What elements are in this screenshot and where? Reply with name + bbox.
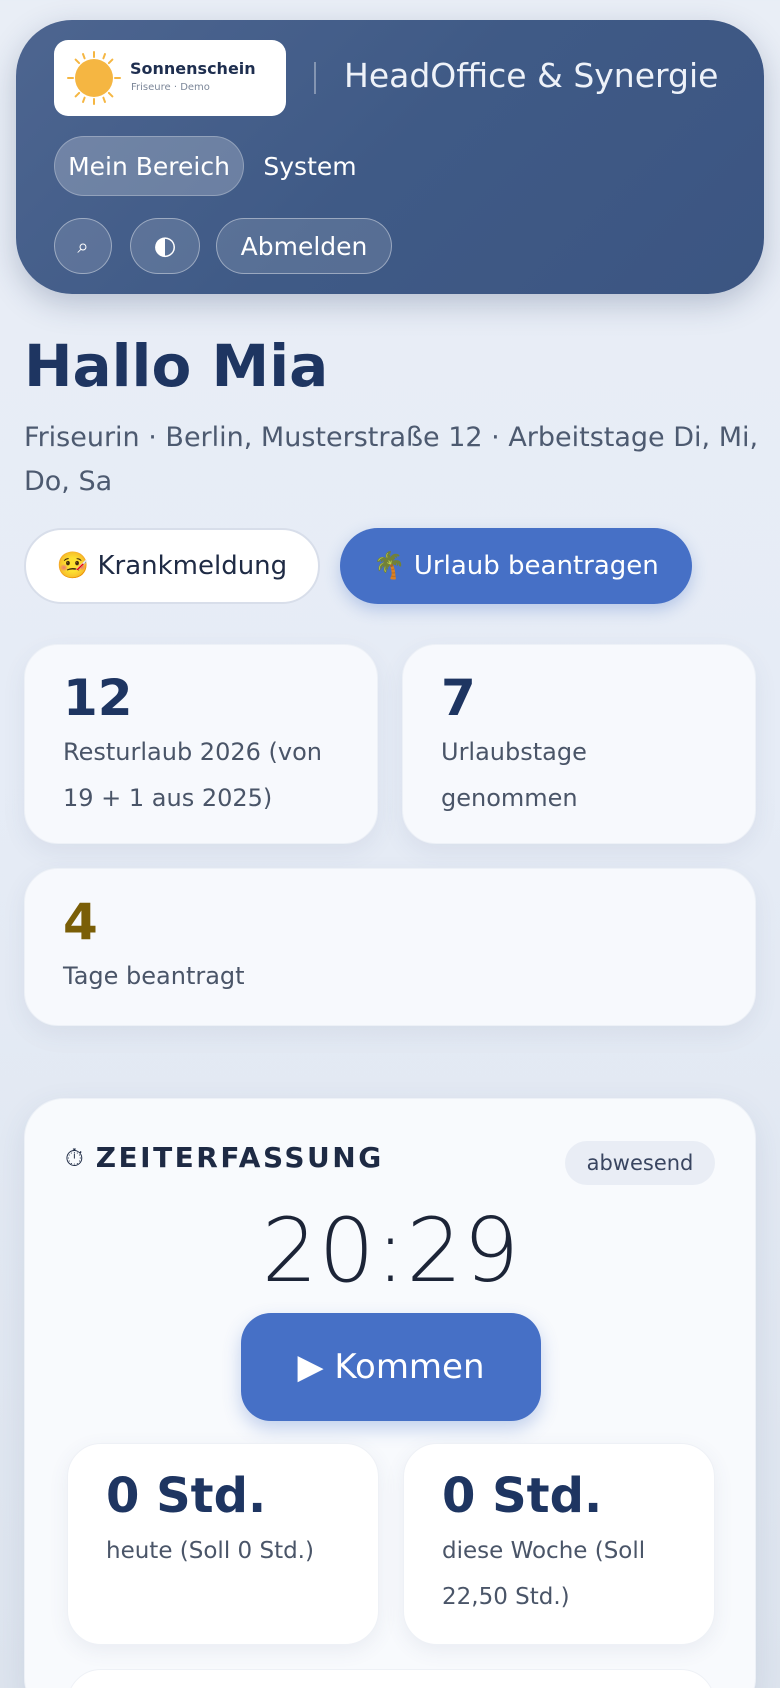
stat-value: 12: [63, 669, 133, 727]
stat-value: 4: [63, 893, 98, 951]
stat-card-days-requested: 4 Tage beantragt: [24, 868, 756, 1026]
top-header: Sonnenschein Friseure · Demo HeadOffice …: [16, 20, 764, 294]
brand-logo[interactable]: Sonnenschein Friseure · Demo: [54, 40, 286, 116]
brand-name: Sonnenschein: [130, 59, 256, 78]
stat-label: Urlaubstage genommen: [441, 738, 587, 812]
hours-week-card: 0 Std. diese Woche (Soll 22,50 Std.): [403, 1443, 715, 1645]
brand-subtitle: Friseure · Demo: [131, 82, 210, 93]
app-title: HeadOffice & Synergie: [344, 56, 719, 95]
hours-value: 0 Std.: [442, 1468, 603, 1524]
stat-value: 7: [441, 669, 476, 727]
time-tracking-title: ZEITERFASSUNG: [95, 1141, 384, 1174]
page-title: Hallo Mia: [24, 332, 329, 400]
vacation-request-button[interactable]: 🌴 Urlaub beantragen: [340, 528, 692, 604]
hours-label: diese Woche (Soll 22,50 Std.): [442, 1538, 646, 1610]
search-button[interactable]: ⌕: [54, 218, 112, 274]
clock-in-button[interactable]: ▶ Kommen: [241, 1313, 541, 1421]
stat-card-vacation-taken: 7 Urlaubstage genommen: [402, 644, 756, 844]
stat-label: Resturlaub 2026 (von 19 + 1 aus 2025): [63, 738, 322, 812]
stat-card-remaining-vacation: 12 Resturlaub 2026 (von 19 + 1 aus 2025): [24, 644, 378, 844]
hours-today-card: 0 Std. heute (Soll 0 Std.): [67, 1443, 379, 1645]
search-icon: ⌕: [77, 234, 89, 258]
next-card-peek: [67, 1669, 715, 1688]
time-tracking-header: ⏱ ZEITERFASSUNG: [65, 1141, 384, 1174]
contrast-icon: ◐: [153, 231, 177, 261]
stat-label: Tage beantragt: [63, 962, 245, 990]
status-badge: abwesend: [565, 1141, 715, 1185]
employee-info: Friseurin · Berlin, Musterstraße 12 · Ar…: [24, 422, 759, 497]
nav-mein-bereich[interactable]: Mein Bereich: [54, 136, 244, 196]
current-time: 20:29: [261, 1199, 521, 1302]
nav-system[interactable]: System: [256, 136, 364, 196]
theme-toggle-button[interactable]: ◐: [130, 218, 200, 274]
sick-leave-button[interactable]: 🤒 Krankmeldung: [24, 528, 320, 604]
hours-label: heute (Soll 0 Std.): [106, 1538, 314, 1564]
stopwatch-icon: ⏱: [65, 1143, 84, 1172]
hours-value: 0 Std.: [106, 1468, 267, 1524]
time-tracking-card: ⏱ ZEITERFASSUNG abwesend 20:29 ▶ Kommen …: [24, 1098, 756, 1688]
header-divider: [314, 62, 316, 94]
sun-logo-icon: [67, 51, 121, 105]
logout-button[interactable]: Abmelden: [216, 218, 392, 274]
